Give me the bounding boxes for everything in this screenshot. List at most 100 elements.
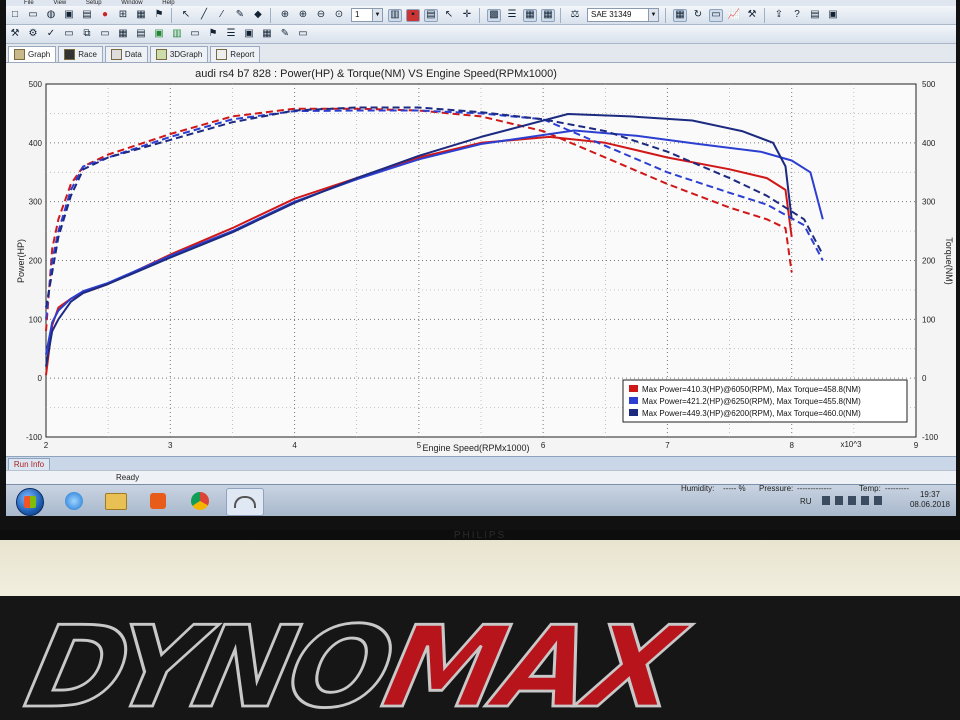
taskbar-ie[interactable] [56,488,92,514]
network-icon[interactable] [848,496,856,505]
exit-icon[interactable]: ▭ [296,28,310,41]
tab-graph-label: Graph [28,50,51,59]
about-icon[interactable]: ▣ [826,9,840,22]
pointer-icon[interactable]: ↖ [442,9,456,22]
tab-3dgraph[interactable]: 3DGraph [149,46,209,62]
grid-icon[interactable]: ▦ [260,28,274,41]
dyno-chart[interactable]: audi rs4 b7 828 : Power(HP) & Torque(NM)… [6,63,956,456]
chart-panel[interactable]: audi rs4 b7 828 : Power(HP) & Torque(NM)… [6,63,956,456]
tab-graph[interactable]: Graph [8,46,57,62]
clock-time: 19:37 [919,490,940,499]
align-icon[interactable]: ☰ [505,9,519,22]
record-icon[interactable]: ● [98,9,112,22]
line-icon[interactable]: ╱ [197,9,211,22]
save-icon[interactable]: ▣ [62,9,76,22]
volume-icon[interactable] [874,496,882,505]
start-button[interactable] [16,488,44,516]
signal-icon[interactable] [861,496,869,505]
correction-icon[interactable]: ⚖ [568,9,582,22]
pen-icon[interactable]: ✎ [233,9,247,22]
flag-icon[interactable] [835,496,843,505]
refresh-icon[interactable]: ↻ [691,9,705,22]
new-file-icon[interactable]: □ [8,9,22,22]
green-gauge-icon[interactable]: ▣ [152,28,166,41]
y-tick-label-right: 400 [922,139,936,148]
tab-report[interactable]: Report [210,46,261,62]
window-icon[interactable]: ▭ [62,28,76,41]
crosshair-icon[interactable]: ✛ [460,9,474,22]
chart-legend[interactable]: Max Power=410.3(HP)@6050(RPM), Max Torqu… [622,379,908,423]
list-icon[interactable]: ☰ [224,28,238,41]
x-axis-multiplier: x10^3 [840,440,862,449]
graph-icon[interactable]: 📈 [727,9,741,22]
tools-icon[interactable]: ⚒ [745,9,759,22]
measure-icon[interactable]: ▦ [134,9,148,22]
calc-icon[interactable]: ▦ [116,28,130,41]
windows-taskbar: Humidity: ----- % Pressure: ------------… [6,484,956,516]
zoom-out-icon[interactable]: ⊖ [314,9,328,22]
open-folder-icon[interactable]: ▭ [26,9,40,22]
x-tick-label: 7 [665,441,670,450]
edit-icon[interactable]: ✎ [278,28,292,41]
color-icon[interactable]: ▪ [406,8,420,22]
correction-standard-value: SAE 31349 [591,10,632,19]
save-icon[interactable]: ▣ [242,28,256,41]
legend-swatch-3 [629,409,638,416]
green-chart-icon[interactable]: ▥ [170,28,184,41]
gear-select[interactable]: 1 ▼ [351,8,383,22]
taskbar-media-player[interactable] [140,488,176,514]
ruler-icon[interactable]: ▭ [98,28,112,41]
globe-icon[interactable]: ◍ [44,9,58,22]
graph-settings-icon[interactable]: ▥ [388,8,402,22]
language-indicator[interactable]: RU [800,497,812,506]
zoom-fit-icon[interactable]: ⊕ [278,9,292,22]
export-icon[interactable]: ⇪ [772,9,786,22]
tray-app-icon[interactable] [822,496,830,505]
report-icon [216,49,228,60]
legend-icon[interactable]: ▤ [424,8,438,22]
toolbar-separator [665,7,668,23]
window-icon[interactable]: ▭ [709,8,723,22]
taskbar-explorer[interactable] [98,488,134,514]
x-axis-label: Engine Speed(RPMx1000) [422,443,529,453]
camera-icon[interactable]: ▭ [188,28,202,41]
flag-icon[interactable]: ⚑ [206,28,220,41]
dyno-icon[interactable]: ⊞ [116,9,130,22]
taskbar-dyno-app[interactable] [226,488,264,516]
fill-icon[interactable]: ◆ [251,9,265,22]
dynomax-logo: DYNOMAX [15,600,691,720]
taskbar-clock[interactable]: 19:37 08.06.2018 [910,490,950,510]
zoom-reset-icon[interactable]: ⊙ [332,9,346,22]
tab-race[interactable]: Race [58,46,103,62]
flag-icon[interactable]: ⚑ [152,9,166,22]
cursor-icon[interactable]: ↖ [179,9,193,22]
tab-data[interactable]: Data [104,46,148,62]
clipboard-icon[interactable]: ▤ [808,9,822,22]
x-tick-label: 6 [541,441,546,450]
check-icon[interactable]: ✓ [44,28,58,41]
correction-standard-select[interactable]: SAE 31349 ▼ [587,8,659,22]
legend-swatch-2 [629,397,638,404]
main-toolbar: □ ▭ ◍ ▣ ▤ ● ⊞ ▦ ⚑ ↖ ╱ ⁄ ✎ ◆ ⊕ ⊕ ⊖ ⊙ 1 ▼ … [6,6,956,25]
flag-icon [64,49,76,60]
copy-icon[interactable]: ⧉ [80,28,94,41]
table-icon[interactable]: ▦ [541,8,555,22]
help-icon[interactable]: ? [790,9,804,22]
tools-icon[interactable]: ⚒ [8,28,22,41]
humidity-value: ----- % [723,484,746,493]
layout-icon[interactable]: ▩ [487,8,501,22]
legend-entry-2: Max Power=421.2(HP)@6250(RPM), Max Torqu… [642,397,861,406]
settings-icon[interactable]: ⚙ [26,28,40,41]
y-tick-label-right: 100 [922,315,936,324]
draw-line-icon[interactable]: ⁄ [215,9,229,22]
taskbar-chrome[interactable] [182,488,218,514]
toolbar-separator [764,7,767,23]
split-icon[interactable]: ▦ [523,8,537,22]
x-tick-label: 9 [914,441,919,450]
chevron-down-icon: ▼ [372,9,382,21]
grid-icon[interactable]: ▦ [673,8,687,22]
zoom-in-icon[interactable]: ⊕ [296,9,310,22]
print-icon[interactable]: ▤ [80,9,94,22]
y-tick-label-right: 300 [922,198,936,207]
table-icon[interactable]: ▤ [134,28,148,41]
